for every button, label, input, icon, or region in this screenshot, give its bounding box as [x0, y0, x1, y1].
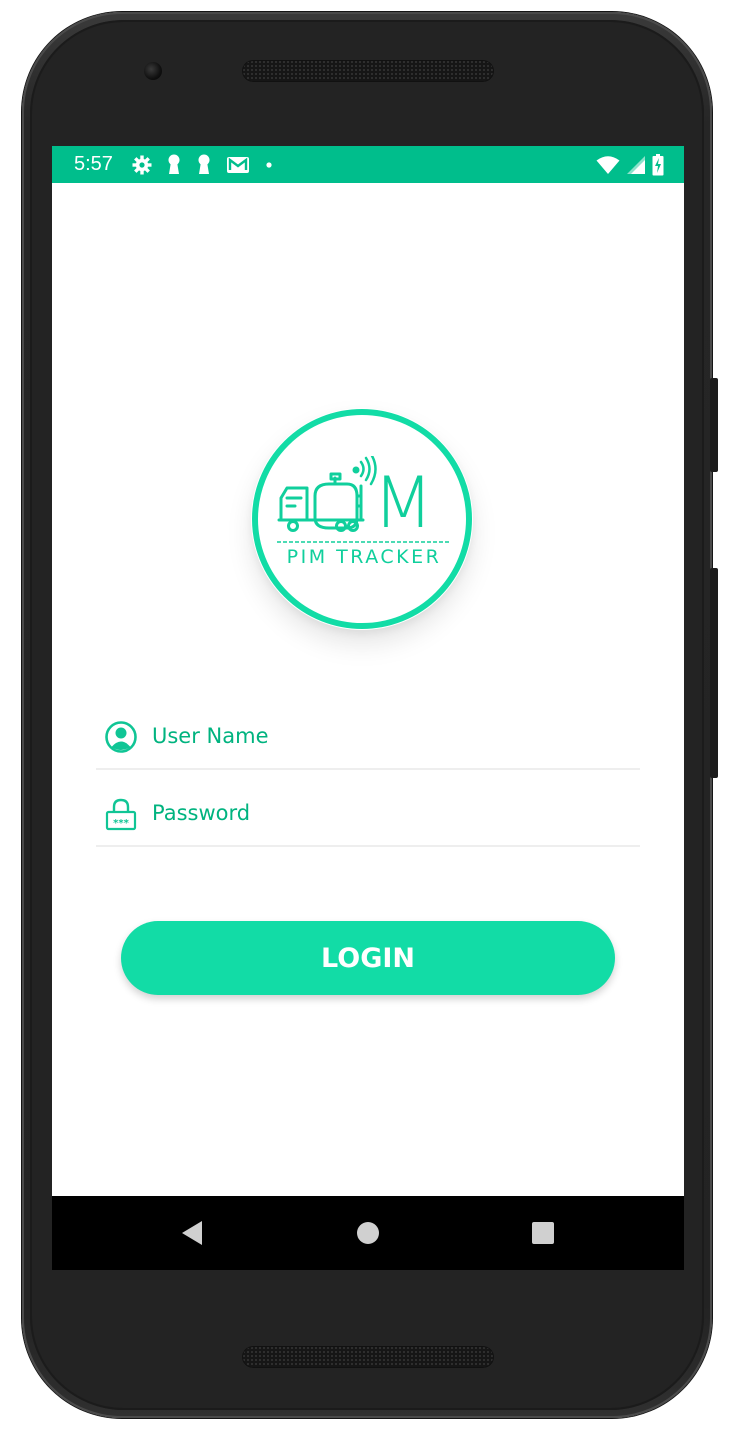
password-input[interactable] — [152, 793, 632, 833]
user-circle-icon — [105, 721, 137, 753]
wifi-icon — [596, 156, 620, 174]
gmail-icon — [227, 157, 249, 173]
bottom-speaker — [242, 1346, 494, 1368]
navigation-bar — [52, 1196, 684, 1270]
back-icon[interactable] — [178, 1218, 208, 1248]
password-field: *** — [96, 779, 640, 847]
keyhole-icon — [198, 154, 210, 174]
logo-dashed-line — [277, 541, 449, 543]
cell-signal-icon — [627, 156, 645, 174]
recents-icon[interactable] — [528, 1218, 558, 1248]
logo-name: PIM TRACKER — [286, 546, 442, 568]
battery-charging-icon — [652, 154, 664, 176]
tanker-truck-icon — [277, 456, 377, 532]
screen: 5:57 M PIM TRACKER User Name *** LOGIN — [52, 146, 684, 1270]
app-logo: M PIM TRACKER — [251, 408, 473, 630]
status-bar: 5:57 — [52, 146, 684, 183]
login-button[interactable]: LOGIN — [121, 921, 615, 995]
status-time: 5:57 — [74, 153, 113, 175]
front-camera — [144, 62, 162, 80]
home-icon[interactable] — [353, 1218, 383, 1248]
dot-icon — [266, 162, 272, 168]
svg-text:***: *** — [113, 818, 129, 829]
username-input[interactable] — [152, 716, 632, 756]
status-left-icons — [132, 154, 274, 176]
username-field — [96, 702, 640, 770]
keyhole-icon — [168, 154, 180, 174]
logo-letter: M — [373, 462, 434, 544]
power-button — [710, 378, 718, 472]
status-right-icons — [596, 154, 664, 176]
settings-icon — [132, 155, 152, 175]
top-speaker — [242, 60, 494, 82]
volume-button — [710, 568, 718, 778]
lock-icon: *** — [105, 798, 137, 831]
